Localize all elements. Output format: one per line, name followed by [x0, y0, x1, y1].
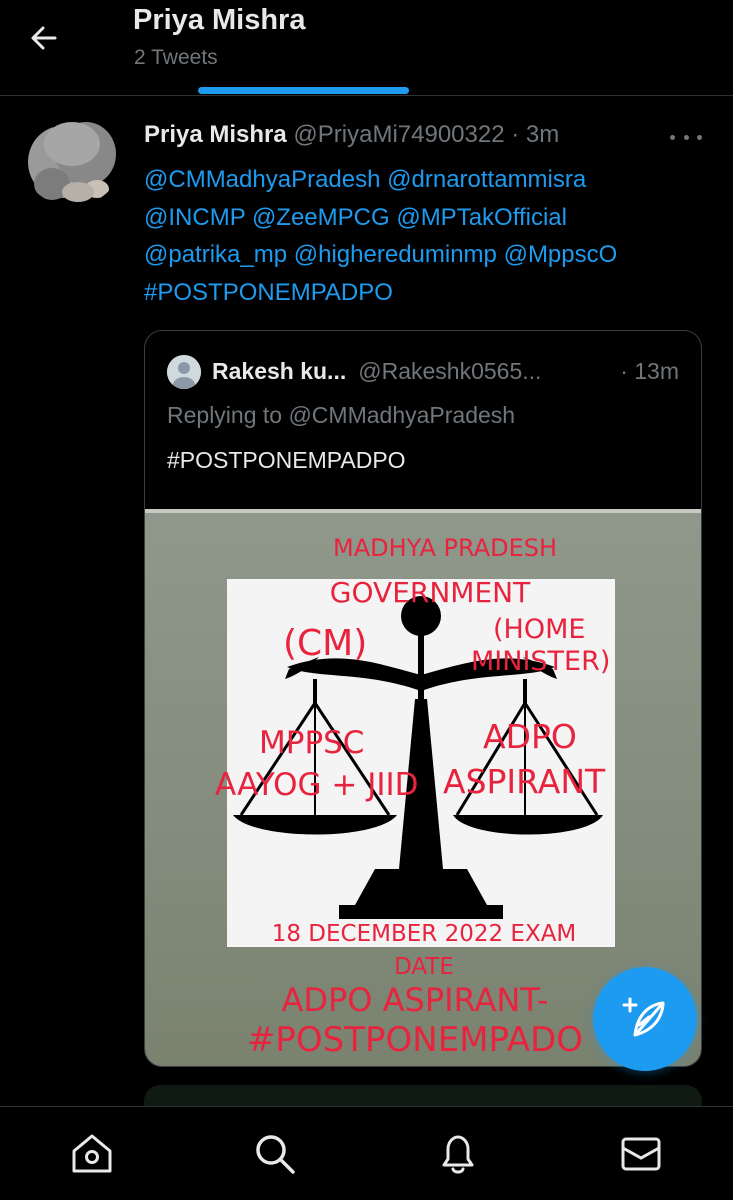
nav-messages[interactable]: [611, 1124, 671, 1184]
tweet-line: @patrika_mp @highereduminmp @MppscO: [144, 236, 714, 274]
blurred-avatar-image: [22, 114, 122, 206]
poster-text: (HOME: [493, 614, 586, 645]
mention-link[interactable]: @highereduminmp: [294, 241, 497, 268]
mention-link[interactable]: @MPTakOfficial: [396, 204, 567, 231]
bottom-navigation: [0, 1106, 733, 1200]
poster-text: 18 DECEMBER 2022 EXAM: [271, 921, 577, 947]
nav-notifications[interactable]: [428, 1124, 488, 1184]
tweet-time[interactable]: 3m: [526, 121, 559, 148]
default-user-icon: [167, 355, 201, 389]
back-button[interactable]: [22, 18, 66, 58]
quoted-tweet-card[interactable]: Rakesh ku... @Rakeshk0565... · 13m Replyi…: [144, 330, 702, 1067]
poster-text: ADPO ASPIRANT-: [281, 981, 549, 1019]
hashtag-link[interactable]: #POSTPONEMPADPO: [144, 279, 393, 306]
top-header: Priya Mishra 2 Tweets: [0, 0, 733, 96]
avatar[interactable]: [22, 114, 122, 206]
tweet-line: #POSTPONEMPADPO: [144, 274, 714, 312]
notifications-bell-icon: [442, 1135, 474, 1173]
mention-link[interactable]: @INCMP: [144, 204, 245, 231]
mention-link[interactable]: @drnarottammisra: [387, 166, 586, 193]
poster-text: ASPIRANT: [443, 762, 606, 801]
profile-name-title: Priya Mishra: [133, 4, 306, 36]
replying-to: Replying to @CMMadhyaPradesh: [167, 402, 516, 428]
quoted-avatar[interactable]: [167, 355, 201, 389]
poster-text: AAYOG + JIID: [215, 767, 419, 803]
quoted-author-handle: @Rakeshk0565...: [358, 358, 542, 384]
poster-text: #POSTPONEMPADO: [246, 1020, 584, 1060]
messages-envelope-icon: [621, 1137, 661, 1170]
quoted-author-name: Rakesh ku...: [212, 358, 347, 384]
poster-text: MINISTER): [471, 646, 611, 677]
tweet-header: Priya Mishra @PriyaMi74900322 · 3m: [144, 121, 559, 149]
mention-link[interactable]: @patrika_mp: [144, 241, 287, 268]
tweet-line: @INCMP @ZeeMPCG @MPTakOfficial: [144, 199, 714, 237]
poster-text: ADPO: [483, 717, 577, 756]
compose-tweet-button[interactable]: [593, 967, 697, 1071]
quoted-text: #POSTPONEMPADPO: [167, 447, 406, 473]
mention-link[interactable]: @MppscO: [504, 241, 618, 268]
poster-text: GOVERNMENT: [329, 576, 531, 609]
author-name[interactable]: Priya Mishra: [144, 121, 287, 148]
arrow-left-icon: [31, 26, 57, 50]
separator-dot: ·: [511, 121, 520, 148]
mention-link[interactable]: @ZeeMPCG: [252, 204, 390, 231]
poster-text: MADHYA PRADESH: [332, 534, 558, 562]
compose-feather-icon: [622, 997, 665, 1037]
quoted-time: · 13m: [620, 358, 679, 384]
tweet[interactable]: Priya Mishra @PriyaMi74900322 · 3m @CMMa…: [0, 97, 733, 1107]
mention-link[interactable]: @CMMadhyaPradesh: [144, 166, 380, 193]
more-options-button[interactable]: [670, 123, 702, 151]
tweet-line: @CMMadhyaPradesh @drnarottammisra: [144, 161, 714, 199]
poster-text: (CM): [283, 623, 368, 664]
poster-text: DATE: [394, 954, 454, 980]
nav-home[interactable]: [62, 1124, 122, 1184]
author-handle[interactable]: @PriyaMi74900322: [293, 121, 504, 148]
nav-search[interactable]: [245, 1124, 305, 1184]
quoted-header: Rakesh ku... @Rakeshk0565...: [212, 358, 541, 385]
tweet-count: 2 Tweets: [134, 46, 218, 69]
home-icon: [72, 1134, 112, 1172]
search-icon: [256, 1134, 295, 1174]
active-tab-indicator: [198, 87, 409, 94]
more-horizontal-icon: [670, 134, 675, 140]
tweet-text: @CMMadhyaPradesh @drnarottammisra @INCMP…: [144, 161, 714, 311]
poster-text: MPPSC: [259, 725, 365, 761]
